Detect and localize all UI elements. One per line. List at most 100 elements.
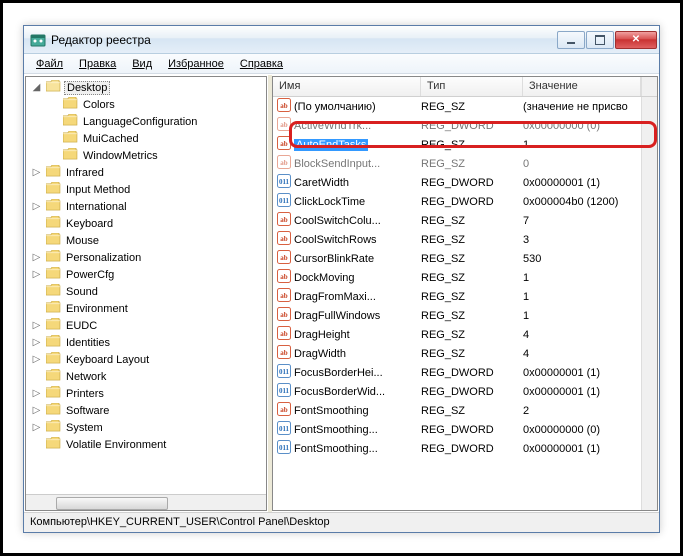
tree-item[interactable]: ▷EUDC — [26, 317, 266, 334]
menu-file[interactable]: Файл — [28, 56, 71, 72]
tree-item-label: Keyboard — [64, 218, 115, 230]
registry-value-row[interactable]: abDragFromMaxi...REG_SZ1 — [273, 287, 641, 306]
column-header-name[interactable]: Имя — [273, 77, 421, 96]
registry-value-row[interactable]: 011FocusBorderHei...REG_DWORD0x00000001 … — [273, 363, 641, 382]
minimize-button[interactable] — [557, 31, 585, 49]
svg-text:011: 011 — [279, 444, 290, 452]
tree-item[interactable]: Mouse — [26, 232, 266, 249]
titlebar[interactable]: Редактор реестра ✕ — [24, 26, 659, 54]
value-data: 1 — [523, 272, 641, 284]
tree-expand-icon[interactable]: ▷ — [30, 166, 43, 179]
registry-value-row[interactable]: abActiveWndTrk...REG_DWORD0x00000000 (0) — [273, 116, 641, 135]
tree-expand-icon[interactable]: ▷ — [30, 353, 43, 366]
value-type: REG_DWORD — [421, 424, 523, 436]
tree-item[interactable]: Network — [26, 368, 266, 385]
registry-value-row[interactable]: 011FontSmoothing...REG_DWORD0x00000000 (… — [273, 420, 641, 439]
tree-item[interactable]: Volatile Environment — [26, 436, 266, 453]
tree-item[interactable]: LanguageConfiguration — [26, 113, 266, 130]
value-name: CoolSwitchColu... — [294, 215, 381, 227]
registry-value-row[interactable]: ab(По умолчанию)REG_SZ(значение не присв… — [273, 97, 641, 116]
value-type-icon: ab — [277, 117, 291, 134]
tree-item[interactable]: ▷PowerCfg — [26, 266, 266, 283]
registry-value-row[interactable]: 011FontSmoothing...REG_DWORD0x00000001 (… — [273, 439, 641, 458]
registry-value-row[interactable]: abBlockSendInput...REG_SZ0 — [273, 154, 641, 173]
registry-value-row[interactable]: abDragFullWindowsREG_SZ1 — [273, 306, 641, 325]
value-type: REG_SZ — [421, 405, 523, 417]
tree-item-label: Colors — [81, 99, 117, 111]
menu-favorites[interactable]: Избранное — [160, 56, 232, 72]
tree-item[interactable]: Colors — [26, 96, 266, 113]
tree-expand-icon[interactable]: ▷ — [30, 387, 43, 400]
menu-help[interactable]: Справка — [232, 56, 291, 72]
tree-view[interactable]: ◢Desktop Colors LanguageConfiguration MuiCa… — [26, 77, 266, 494]
menu-view[interactable]: Вид — [124, 56, 160, 72]
tree-item-label: Network — [64, 371, 108, 383]
registry-value-row[interactable]: 011ClickLockTimeREG_DWORD0x000004b0 (120… — [273, 192, 641, 211]
svg-text:ab: ab — [280, 273, 288, 281]
registry-value-row[interactable]: 011FocusBorderWid...REG_DWORD0x00000001 … — [273, 382, 641, 401]
value-name: DragFullWindows — [294, 310, 380, 322]
tree-item-label: Identities — [64, 337, 112, 349]
value-type-icon: 011 — [277, 383, 291, 400]
tree-item-label: System — [64, 422, 105, 434]
tree-expand-icon[interactable]: ▷ — [30, 319, 43, 332]
folder-icon — [43, 335, 64, 350]
status-path: Компьютер\HKEY_CURRENT_USER\Control Pane… — [30, 516, 330, 528]
column-header-type[interactable]: Тип — [421, 77, 523, 96]
close-button[interactable]: ✕ — [615, 31, 657, 49]
tree-item[interactable]: ▷Infrared — [26, 164, 266, 181]
tree-item[interactable]: WindowMetrics — [26, 147, 266, 164]
registry-values-list[interactable]: ab(По умолчанию)REG_SZ(значение не присв… — [273, 97, 641, 510]
tree-item[interactable]: ▷ Identities — [26, 334, 266, 351]
value-type: REG_SZ — [421, 139, 523, 151]
tree-item[interactable]: Keyboard — [26, 215, 266, 232]
tree-expand-icon[interactable]: ▷ — [30, 404, 43, 417]
folder-icon — [43, 369, 64, 384]
registry-value-row[interactable]: abFontSmoothingREG_SZ2 — [273, 401, 641, 420]
tree-item[interactable]: ▷ System — [26, 419, 266, 436]
tree-item[interactable]: ▷Personalization — [26, 249, 266, 266]
value-type-icon: 011 — [277, 364, 291, 381]
value-type-icon: 011 — [277, 174, 291, 191]
tree-item[interactable]: MuiCached — [26, 130, 266, 147]
registry-value-row[interactable]: abAutoEndTasksREG_SZ1 — [273, 135, 641, 154]
tree-expand-icon[interactable]: ▷ — [30, 421, 43, 434]
tree-expand-icon[interactable]: ▷ — [30, 268, 43, 281]
value-type: REG_SZ — [421, 101, 523, 113]
registry-value-row[interactable]: abCoolSwitchRowsREG_SZ3 — [273, 230, 641, 249]
value-data: 0x00000001 (1) — [523, 367, 641, 379]
value-name: DragWidth — [294, 348, 346, 360]
tree-expand-icon[interactable]: ▷ — [30, 200, 43, 213]
registry-value-row[interactable]: abDockMovingREG_SZ1 — [273, 268, 641, 287]
tree-item[interactable]: ▷Software — [26, 402, 266, 419]
svg-text:ab: ab — [280, 254, 288, 262]
svg-text:011: 011 — [279, 178, 290, 186]
menu-edit[interactable]: Правка — [71, 56, 124, 72]
tree-item[interactable]: ▷Keyboard Layout — [26, 351, 266, 368]
value-name: ActiveWndTrk... — [294, 120, 371, 132]
registry-value-row[interactable]: abDragWidthREG_SZ4 — [273, 344, 641, 363]
folder-icon — [43, 352, 64, 367]
tree-pane: ◢Desktop Colors LanguageConfiguration MuiCa… — [25, 76, 267, 511]
tree-item[interactable]: ▷Printers — [26, 385, 266, 402]
registry-value-row[interactable]: abDragHeightREG_SZ4 — [273, 325, 641, 344]
tree-expand-icon[interactable]: ▷ — [30, 336, 43, 349]
maximize-button[interactable] — [586, 31, 614, 49]
list-vertical-scrollbar[interactable] — [641, 97, 657, 510]
registry-value-row[interactable]: 011CaretWidthREG_DWORD0x00000001 (1) — [273, 173, 641, 192]
tree-item[interactable]: Input Method — [26, 181, 266, 198]
tree-item-label: LanguageConfiguration — [81, 116, 199, 128]
tree-item[interactable]: ◢Desktop — [26, 79, 266, 96]
tree-item[interactable]: Sound — [26, 283, 266, 300]
tree-item[interactable]: Environment — [26, 300, 266, 317]
column-header-value[interactable]: Значение — [523, 77, 641, 96]
registry-value-row[interactable]: abCursorBlinkRateREG_SZ530 — [273, 249, 641, 268]
tree-item[interactable]: ▷International — [26, 198, 266, 215]
tree-horizontal-scrollbar[interactable] — [26, 494, 266, 510]
tree-expand-icon[interactable]: ▷ — [30, 251, 43, 264]
registry-value-row[interactable]: abCoolSwitchColu...REG_SZ7 — [273, 211, 641, 230]
folder-icon — [43, 386, 64, 401]
value-type: REG_DWORD — [421, 196, 523, 208]
value-data: 0 — [523, 158, 641, 170]
tree-collapse-icon[interactable]: ◢ — [30, 81, 43, 94]
